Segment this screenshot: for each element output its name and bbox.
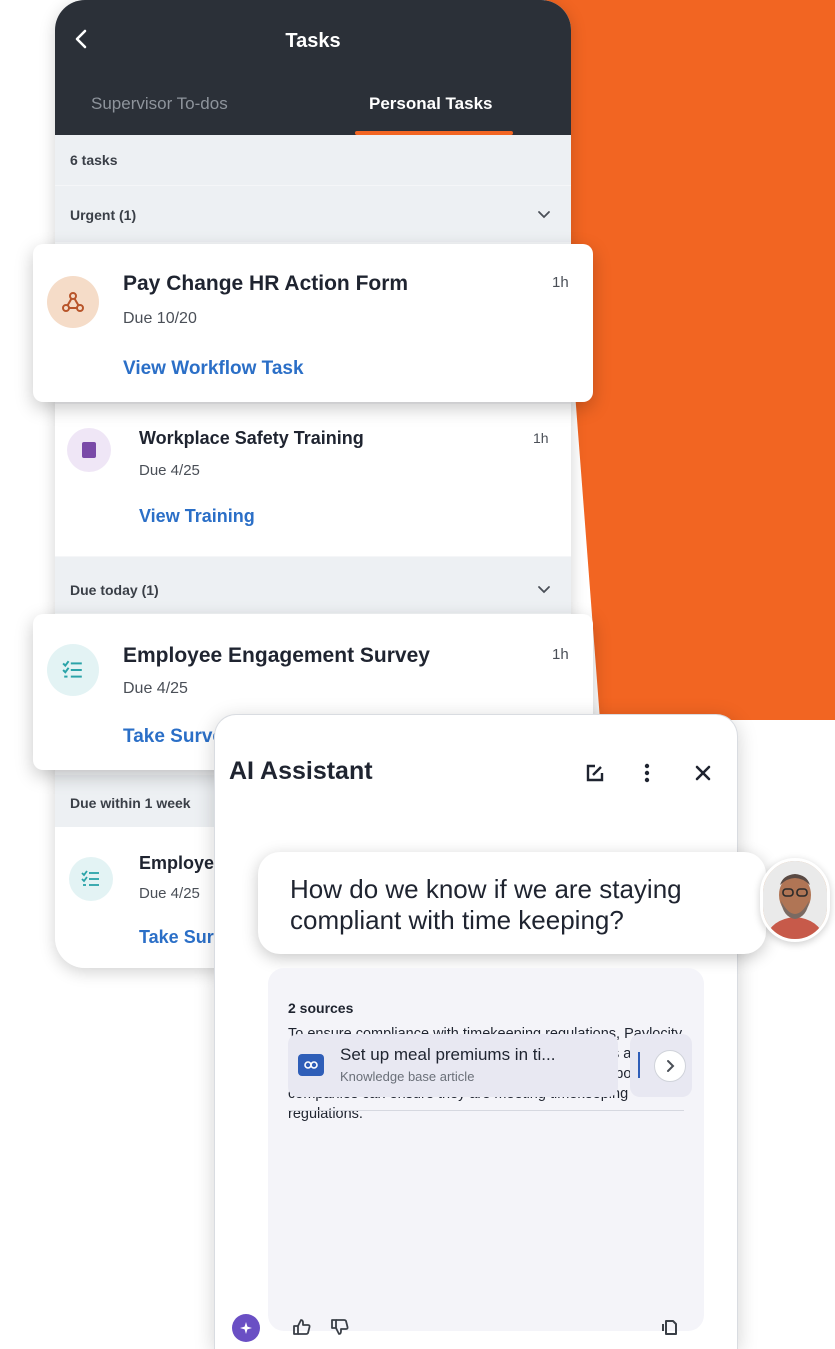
user-message-text: How do we know if we are staying complia… [290,874,682,935]
source-card[interactable]: Set up meal premiums in ti... Knowledge … [288,1034,618,1097]
task-title: Workplace Safety Training [139,428,364,448]
workflow-icon [47,276,99,328]
section-label: Urgent (1) [70,207,137,223]
copy-icon[interactable] [660,1317,680,1337]
chevron-down-icon [538,211,550,219]
section-header-due-today[interactable]: Due today (1) [55,557,571,613]
more-icon[interactable] [639,761,655,785]
sources-label: 2 sources [288,1000,354,1016]
close-icon[interactable] [691,761,715,785]
source-title: Set up meal premiums in ti... [340,1045,556,1064]
section-label: Due within 1 week [70,795,191,811]
tab-personal-tasks[interactable]: Personal Tasks [369,94,492,114]
checklist-icon [47,644,99,696]
chevron-right-icon[interactable] [654,1050,686,1082]
task-count: 6 tasks [70,152,118,168]
task-time: 1h [552,274,569,291]
task-card-pay-change[interactable]: Pay Change HR Action Form 1h Due 10/20 V… [33,244,593,402]
task-time: 1h [533,430,549,446]
user-avatar [760,858,830,942]
view-workflow-task-link[interactable]: View Workflow Task [123,358,304,380]
edit-icon[interactable] [583,761,607,785]
thumbs-up-icon[interactable] [292,1317,312,1337]
tab-supervisor-todos[interactable]: Supervisor To-dos [91,94,228,114]
ai-assistant-title: AI Assistant [229,757,373,785]
page-title: Tasks [285,30,341,52]
ai-sparkle-icon [232,1314,260,1342]
task-title: Pay Change HR Action Form [123,272,409,295]
task-due: Due 4/25 [123,680,188,697]
phone-header: Tasks Supervisor To-dos Personal Tasks [55,0,571,135]
task-card-safety-training[interactable]: Workplace Safety Training 1h Due 4/25 Vi… [55,404,571,556]
view-training-link[interactable]: View Training [139,506,255,527]
source-subtitle: Knowledge base article [340,1069,475,1084]
section-label: Due today (1) [70,582,159,598]
task-due: Due 4/25 [139,462,200,479]
feedback-divider [288,1110,684,1111]
task-due: Due 10/20 [123,310,197,327]
task-count-row [55,135,571,185]
link-icon [298,1054,324,1076]
thumbs-down-icon[interactable] [330,1317,350,1337]
book-icon [67,428,111,472]
checklist-icon [69,857,113,901]
task-time: 1h [552,646,569,663]
task-title: Employee Engagement Survey [123,644,430,667]
task-due: Due 4/25 [139,885,200,902]
user-message-bubble: How do we know if we are staying complia… [258,852,766,954]
ai-answer-card: To ensure compliance with timekeeping re… [268,968,704,1331]
chevron-down-icon [538,586,550,594]
section-header-urgent[interactable]: Urgent (1) [55,186,571,242]
